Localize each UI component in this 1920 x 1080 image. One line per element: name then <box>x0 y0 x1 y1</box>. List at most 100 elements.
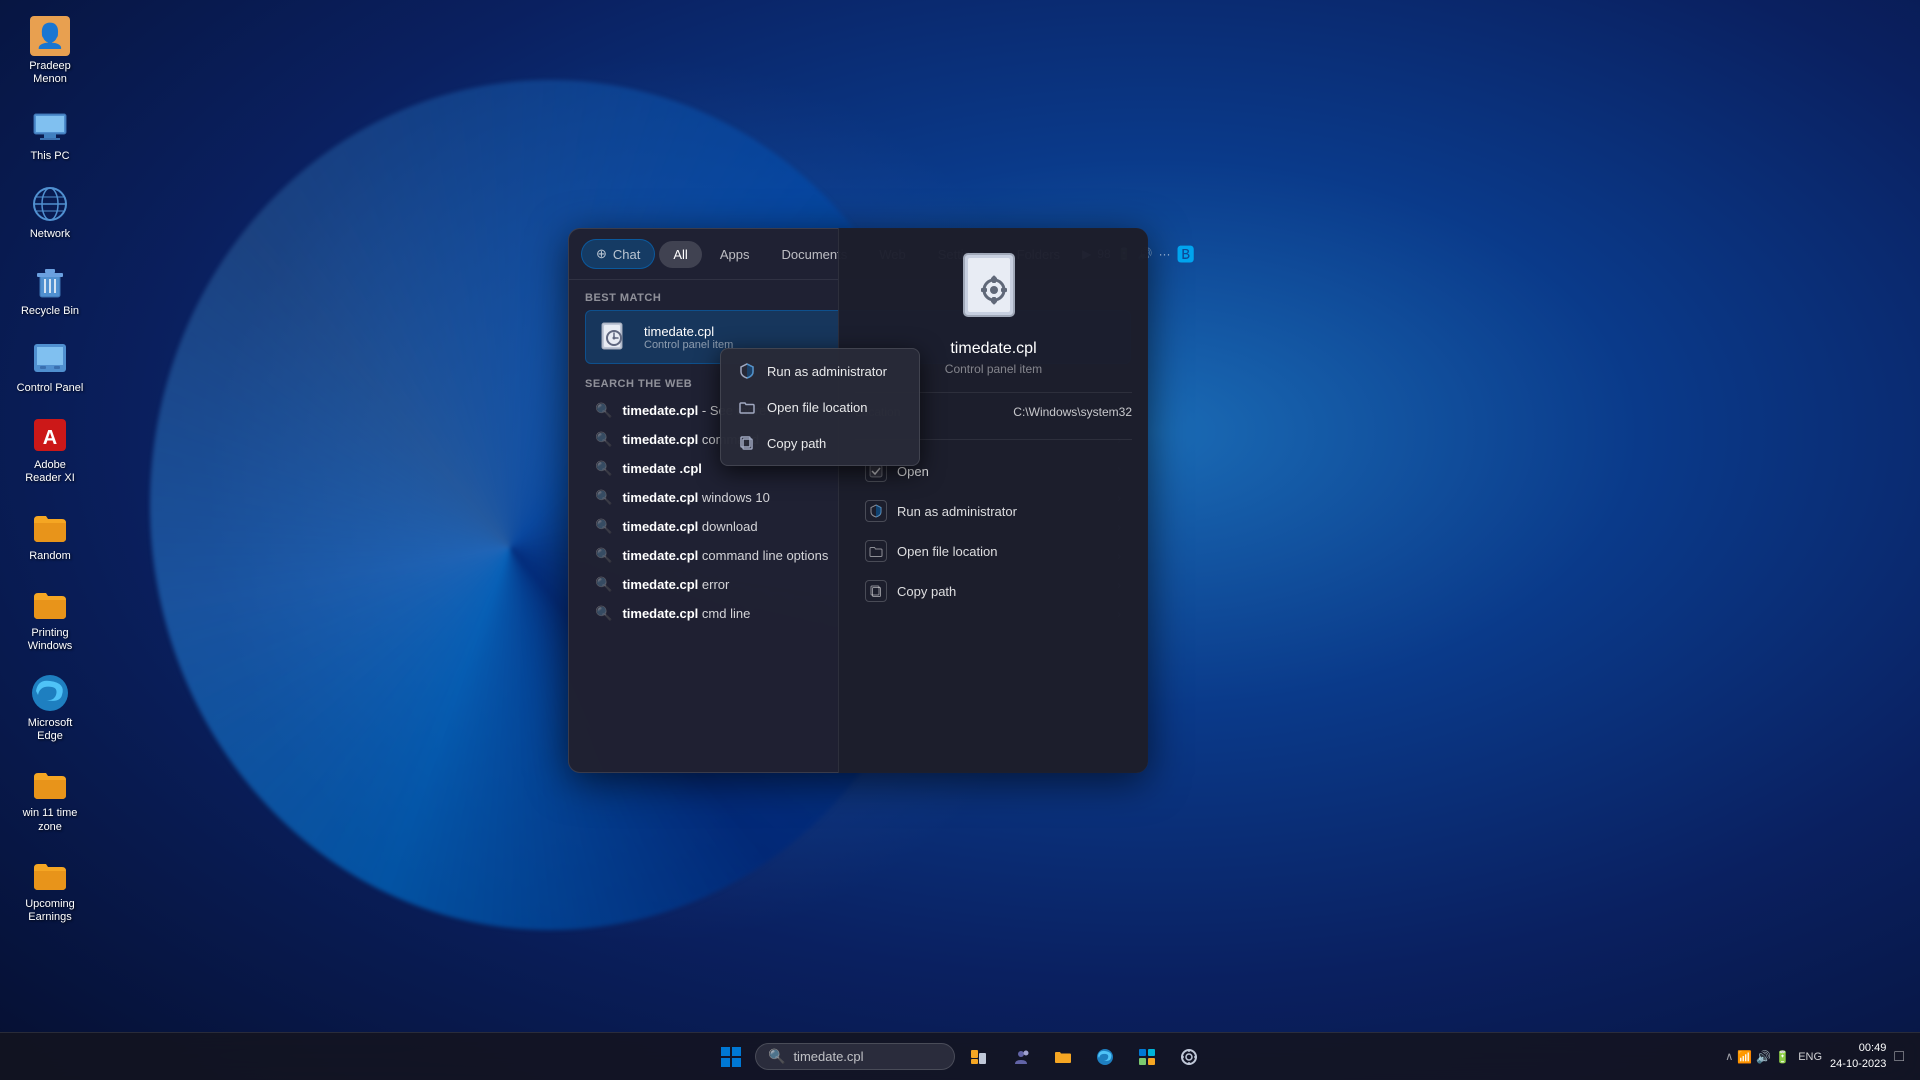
system-clock[interactable]: 00:49 24-10-2023 <box>1830 1041 1886 1072</box>
copy-path-action-icon <box>865 580 887 602</box>
clock-date: 24-10-2023 <box>1830 1057 1886 1072</box>
detail-actions: Open Run as administrator Open file loca… <box>855 452 1132 610</box>
notification-icon[interactable]: □ <box>1894 1048 1904 1066</box>
adobe-icon: A <box>30 415 70 455</box>
taskbar-search-text: timedate.cpl <box>793 1049 863 1064</box>
ctx-copy-icon <box>737 433 757 453</box>
desktop-icon-pradeep-label: Pradeep Menon <box>16 60 84 86</box>
more-icon[interactable]: ··· <box>1159 247 1171 261</box>
earnings-folder-icon <box>30 854 70 894</box>
desktop-icon-win11time[interactable]: win 11 time zone <box>10 757 90 839</box>
action-open-location-label: Open file location <box>897 544 997 559</box>
best-match-text: timedate.cpl Control panel item <box>644 324 733 351</box>
tray-icons: ∧ 📶 🔊 🔋 <box>1725 1050 1790 1064</box>
taskbar-search-icon: 🔍 <box>768 1048 785 1065</box>
search-icon-4: 🔍 <box>595 518 612 535</box>
taskbar-search[interactable]: 🔍 timedate.cpl <box>755 1043 955 1070</box>
detail-panel: timedate.cpl Control panel item Location… <box>838 228 1148 773</box>
svg-text:A: A <box>43 427 57 449</box>
tab-apps[interactable]: Apps <box>706 241 764 268</box>
desktop-icon-thispc-label: This PC <box>30 150 69 163</box>
action-run-admin[interactable]: Run as administrator <box>855 492 1132 530</box>
taskbar-store-icon[interactable] <box>1129 1039 1165 1075</box>
tab-chat-label: Chat <box>613 247 640 262</box>
search-icon-5: 🔍 <box>595 547 612 564</box>
svg-text:👤: 👤 <box>35 22 65 50</box>
ctx-open-location[interactable]: Open file location <box>725 389 915 425</box>
desktop-icon-recyclebin[interactable]: Recycle Bin <box>10 255 90 324</box>
start-button[interactable] <box>713 1039 749 1075</box>
thispc-icon <box>30 106 70 146</box>
action-copy-path-label: Copy path <box>897 584 956 599</box>
win11time-folder-icon <box>30 763 70 803</box>
desktop-icon-controlpanel-label: Control Panel <box>17 382 84 395</box>
ctx-open-location-label: Open file location <box>767 400 867 415</box>
network-icon <box>30 184 70 224</box>
volume-icon[interactable]: 🔊 <box>1756 1050 1771 1064</box>
tab-chat[interactable]: ⊕ Chat <box>581 239 655 269</box>
action-copy-path[interactable]: Copy path <box>855 572 1132 610</box>
taskbar-files-icon[interactable] <box>961 1039 997 1075</box>
taskbar-center: 🔍 timedate.cpl <box>713 1039 1207 1075</box>
ctx-copy-path-label: Copy path <box>767 436 826 451</box>
taskbar: 🔍 timedate.cpl <box>0 1032 1920 1080</box>
bing-icon[interactable]: 🅱 <box>1177 241 1195 267</box>
pradeep-icon: 👤 <box>30 16 70 56</box>
action-run-admin-label: Run as administrator <box>897 504 1017 519</box>
search-icon-0: 🔍 <box>595 402 612 419</box>
desktop-icon-printing-label: Printing Windows <box>16 627 84 653</box>
desktop-icon-earnings-label: Upcoming Earnings <box>16 898 84 924</box>
ctx-copy-path[interactable]: Copy path <box>725 425 915 461</box>
context-menu: Run as administrator Open file location … <box>720 348 920 466</box>
desktop-icon-random[interactable]: Random <box>10 500 90 569</box>
language-indicator: ENG <box>1798 1051 1822 1063</box>
search-icon-7: 🔍 <box>595 605 612 622</box>
ctx-folder-icon <box>737 397 757 417</box>
ctx-run-admin-label: Run as administrator <box>767 364 887 379</box>
search-icon-2: 🔍 <box>595 460 612 477</box>
ctx-run-admin[interactable]: Run as administrator <box>725 353 915 389</box>
desktop-icon-area: 👤 Pradeep Menon This PC Network <box>10 10 90 930</box>
desktop-icon-printing[interactable]: Printing Windows <box>10 577 90 659</box>
clock-time: 00:49 <box>1830 1041 1886 1056</box>
tray-lang-clock: ENG <box>1798 1051 1822 1063</box>
taskbar-teams-icon[interactable] <box>1003 1039 1039 1075</box>
desktop-icon-adobe[interactable]: A Adobe Reader XI <box>10 409 90 491</box>
tab-all[interactable]: All <box>659 241 701 268</box>
recyclebin-icon <box>30 261 70 301</box>
tray-arrow[interactable]: ∧ <box>1725 1050 1733 1063</box>
wifi-icon[interactable]: 📶 <box>1737 1050 1752 1064</box>
desktop-icon-edge-label: Microsoft Edge <box>16 717 84 743</box>
taskbar-explorer-icon[interactable] <box>1045 1039 1081 1075</box>
chat-icon: ⊕ <box>596 246 607 262</box>
battery-tray-icon[interactable]: 🔋 <box>1775 1050 1790 1064</box>
ctx-shield-icon <box>737 361 757 381</box>
search-icon-6: 🔍 <box>595 576 612 593</box>
search-icon-3: 🔍 <box>595 489 612 506</box>
desktop-icon-pradeep[interactable]: 👤 Pradeep Menon <box>10 10 90 92</box>
taskbar-settings-icon[interactable] <box>1171 1039 1207 1075</box>
random-folder-icon <box>30 506 70 546</box>
desktop-icon-controlpanel[interactable]: Control Panel <box>10 332 90 401</box>
desktop-icon-thispc[interactable]: This PC <box>10 100 90 169</box>
taskbar-edge-icon[interactable] <box>1087 1039 1123 1075</box>
desktop-icon-earnings[interactable]: Upcoming Earnings <box>10 848 90 930</box>
edge-icon <box>30 673 70 713</box>
best-match-type: Control panel item <box>644 339 733 351</box>
desktop-icon-recyclebin-label: Recycle Bin <box>21 305 79 318</box>
desktop-icon-network[interactable]: Network <box>10 178 90 247</box>
detail-file-type: Control panel item <box>945 362 1042 376</box>
desktop-icon-win11time-label: win 11 time zone <box>16 807 84 833</box>
detail-file-name: timedate.cpl <box>950 340 1036 358</box>
tab-apps-label: Apps <box>720 247 750 262</box>
location-value: C:\Windows\system32 <box>1013 405 1132 419</box>
desktop-icon-random-label: Random <box>29 550 71 563</box>
tab-all-label: All <box>673 247 687 262</box>
desktop-icon-edge[interactable]: Microsoft Edge <box>10 667 90 749</box>
system-tray: ∧ 📶 🔊 🔋 ENG 00:49 24-10-2023 □ <box>1725 1041 1904 1072</box>
open-location-action-icon <box>865 540 887 562</box>
desktop-icon-network-label: Network <box>30 228 70 241</box>
printing-folder-icon <box>30 583 70 623</box>
action-open-location[interactable]: Open file location <box>855 532 1132 570</box>
search-icon-1: 🔍 <box>595 431 612 448</box>
